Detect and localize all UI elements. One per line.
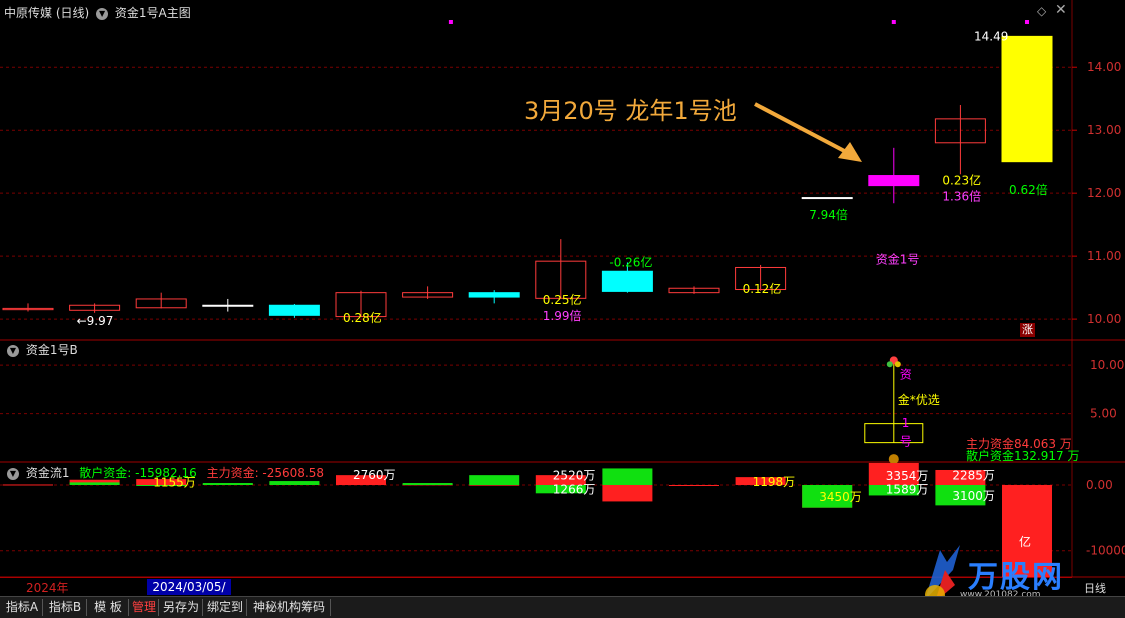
main-fund-bar[interactable] bbox=[3, 484, 53, 486]
close-icon[interactable]: ✕ bbox=[1055, 2, 1067, 18]
retail-fund-bar[interactable] bbox=[469, 475, 520, 485]
period-label[interactable]: 日线 bbox=[1084, 580, 1106, 596]
annotation-arrow bbox=[754, 102, 862, 162]
price-tick-label: 13.00 bbox=[1087, 123, 1121, 137]
save-as-button[interactable]: 另存为 bbox=[160, 599, 203, 616]
sub1-tick-label: 10.00 bbox=[1090, 358, 1124, 372]
flow-label: 2520万 bbox=[553, 468, 596, 482]
flow-label: 1198万 bbox=[753, 475, 796, 489]
signal-dot bbox=[1025, 20, 1029, 24]
indicator-menu-icon[interactable]: ▼ bbox=[96, 7, 109, 20]
cursor-date: 2024/03/05/二 bbox=[147, 579, 231, 610]
main-fund-bar[interactable] bbox=[669, 485, 719, 486]
sub2-panel-header: ▼ 资金流1 散户资金: -15982.16 主力资金: -25608.58 bbox=[4, 464, 324, 481]
signal-ball-yellow bbox=[894, 361, 901, 368]
main-fund-bar[interactable] bbox=[602, 485, 653, 502]
limit-up-badge: 涨 bbox=[1020, 323, 1035, 337]
candle-body[interactable] bbox=[468, 292, 520, 298]
bottom-toolbar: 指标A 指标B 模 板 管理 另存为 绑定到 神秘机构筹码 bbox=[0, 596, 1125, 618]
price-tick-label: 11.00 bbox=[1087, 249, 1121, 263]
indicator-a-button[interactable]: 指标A bbox=[2, 599, 43, 616]
candle-body[interactable] bbox=[801, 197, 853, 200]
signal-dot bbox=[448, 20, 453, 24]
mystery-chips-button[interactable]: 神秘机构筹码 bbox=[248, 599, 331, 616]
price-tick-label: 14.00 bbox=[1087, 60, 1121, 74]
retail-fund-label: 散户资金: -15982.16 bbox=[79, 466, 197, 480]
year-label: 2024年 bbox=[26, 581, 69, 595]
retail-fund-bar[interactable] bbox=[402, 483, 453, 485]
sub1-panel: 资金*优选1号 主力资金84.063 万散户资金132.917 万 bbox=[864, 356, 1079, 465]
candle-body[interactable] bbox=[202, 304, 254, 307]
signal-dot bbox=[891, 20, 896, 24]
signal-money-bag bbox=[888, 454, 899, 465]
retail-fund-bar[interactable] bbox=[202, 483, 253, 485]
candlestick-series[interactable] bbox=[2, 20, 1053, 318]
manage-button[interactable]: 管理 bbox=[130, 599, 159, 616]
signal-ball-green bbox=[886, 361, 893, 368]
price-label: 0.62倍 bbox=[1009, 182, 1048, 197]
annotation-text: 3月20号 龙年1号池 bbox=[524, 97, 737, 125]
flow-label: 亿 bbox=[1019, 534, 1031, 549]
flow-label: 2760万 bbox=[353, 468, 396, 482]
indicator-b-button[interactable]: 指标B bbox=[44, 599, 87, 616]
flow-label: 1266万 bbox=[553, 483, 596, 497]
flow-label: 1589万 bbox=[886, 483, 929, 497]
diamond-icon[interactable]: ◇ bbox=[1037, 4, 1046, 18]
price-label: 14.49 bbox=[974, 29, 1008, 43]
sub1-title[interactable]: 资金1号B bbox=[26, 343, 78, 357]
price-label: 0.25亿 bbox=[543, 292, 582, 307]
price-label: ←9.97 bbox=[77, 314, 114, 328]
candle-body[interactable] bbox=[601, 270, 653, 292]
price-label: 0.28亿 bbox=[343, 310, 382, 325]
annotation-arrow-head bbox=[838, 142, 862, 162]
flow-label: 3450万 bbox=[819, 490, 862, 504]
signal-char: 资 bbox=[900, 368, 912, 382]
price-label: -0.26亿 bbox=[609, 254, 652, 269]
retail-fund-bar[interactable] bbox=[69, 482, 120, 485]
template-button[interactable]: 模 板 bbox=[88, 599, 129, 616]
sub1-panel-header: ▼ 资金1号B bbox=[4, 341, 78, 358]
price-label: 0.12亿 bbox=[743, 281, 782, 296]
retail-fund-bar[interactable] bbox=[269, 481, 320, 485]
main-indicator-name[interactable]: 资金1号A主图 bbox=[115, 6, 191, 20]
sub2-tick-label: 0.00 bbox=[1086, 478, 1113, 492]
sub2-menu-icon[interactable]: ▼ bbox=[7, 467, 19, 480]
signal-char: 金*优选 bbox=[898, 392, 940, 407]
price-label: 资金1号 bbox=[876, 251, 920, 266]
candle-body[interactable] bbox=[868, 175, 920, 187]
price-label: 1.99倍 bbox=[543, 308, 582, 323]
sub2-tick-label: -10000 bbox=[1086, 544, 1125, 558]
price-tick-label: 10.00 bbox=[1087, 312, 1121, 326]
bind-to-button[interactable]: 绑定到 bbox=[204, 599, 247, 616]
price-label: 7.94倍 bbox=[809, 207, 848, 222]
flow-label: 3354万 bbox=[886, 469, 929, 483]
sub1-tick-label: 5.00 bbox=[1090, 407, 1117, 421]
flow-label: 3100万 bbox=[952, 489, 995, 503]
price-tick-label: 12.00 bbox=[1087, 186, 1121, 200]
main-fund-label: 主力资金: -25608.58 bbox=[206, 466, 325, 480]
annotation-arrow-shaft bbox=[754, 102, 853, 157]
sub1-retail-text: 散户资金132.917 万 bbox=[966, 448, 1079, 463]
candle-body[interactable] bbox=[1001, 35, 1053, 163]
price-axis: 10.00 11.00 12.00 13.00 14.00 5.00 10.00 0.00 -1… bbox=[1072, 60, 1125, 558]
retail-fund-bar[interactable] bbox=[602, 468, 653, 485]
stock-title: 中原传媒 (日线) bbox=[4, 6, 90, 20]
candle-body[interactable] bbox=[268, 304, 320, 316]
flow-label: 2285万 bbox=[952, 468, 995, 482]
signal-char: 1 bbox=[902, 416, 910, 430]
sub1-menu-icon[interactable]: ▼ bbox=[7, 344, 19, 357]
price-label: 0.23亿 bbox=[942, 173, 981, 188]
price-label: 1.36倍 bbox=[942, 188, 981, 203]
signal-char: 号 bbox=[900, 435, 912, 449]
sub2-title[interactable]: 资金流1 bbox=[26, 466, 70, 480]
main-panel-header: 中原传媒 (日线) ▼ 资金1号A主图 bbox=[4, 4, 191, 21]
